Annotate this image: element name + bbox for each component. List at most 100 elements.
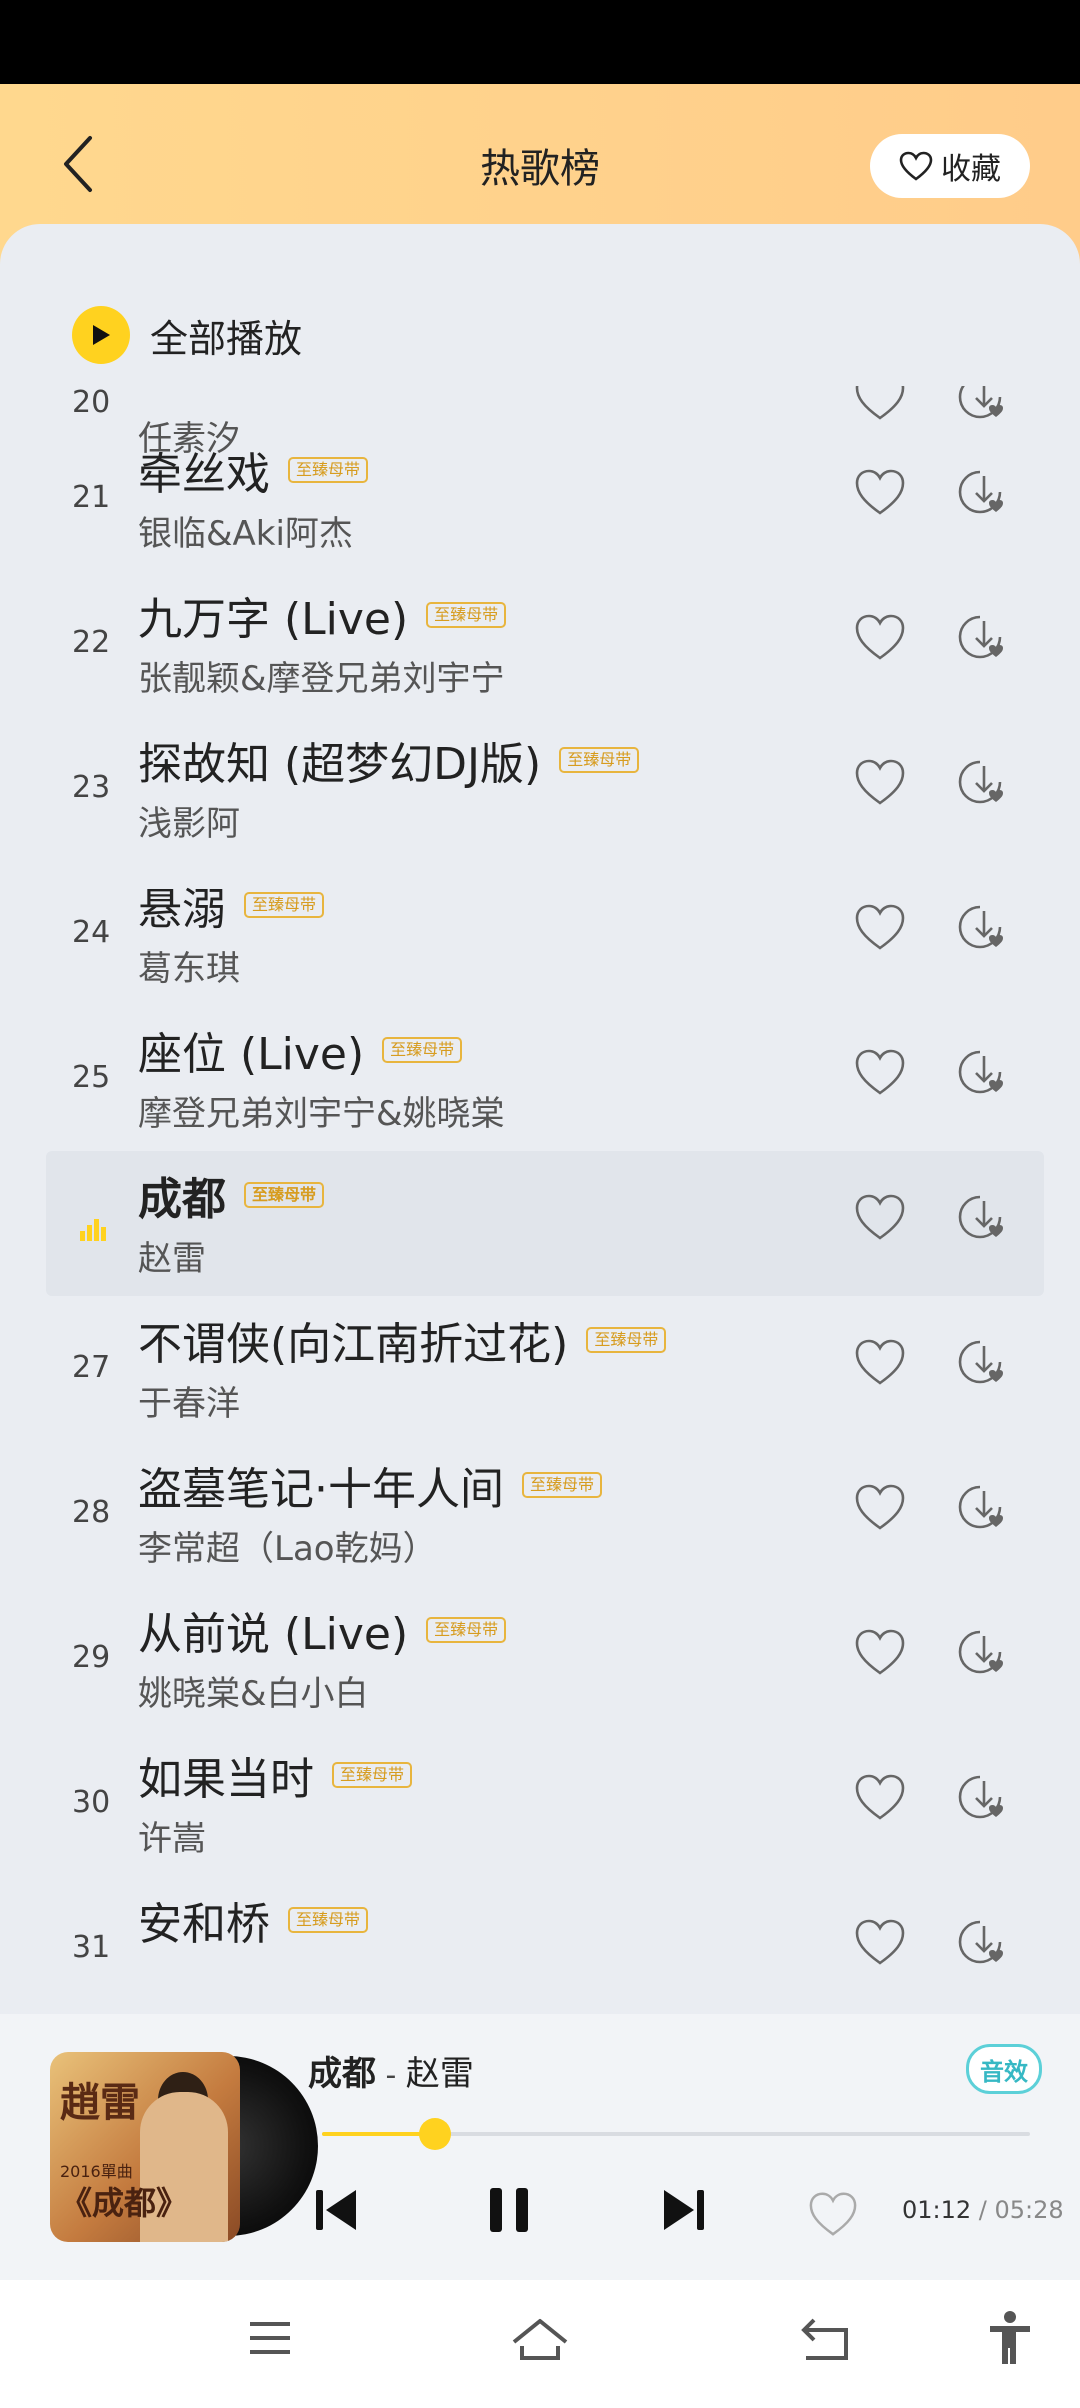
song-artist: 许嵩 <box>138 1819 206 1859</box>
progress-knob[interactable] <box>419 2118 452 2150</box>
player-title: 成都 - 赵雷 <box>308 2046 474 2095</box>
previous-icon[interactable] <box>314 2182 358 2238</box>
heart-icon <box>899 151 933 181</box>
download-icon[interactable] <box>958 1481 1010 1533</box>
download-icon[interactable] <box>958 611 1010 663</box>
song-row[interactable]: 27 不谓侠(向江南折过花) 至臻母带 于春洋 <box>0 1296 1080 1441</box>
song-row[interactable]: 28 盗墓笔记·十年人间 至臻母带 李常超（Lao乾妈） <box>0 1441 1080 1586</box>
back-nav-icon[interactable] <box>800 2316 852 2362</box>
quality-badge: 至臻母带 <box>288 1907 369 1933</box>
like-icon[interactable] <box>854 1918 906 1966</box>
download-icon[interactable] <box>958 756 1010 808</box>
player-artist: 赵雷 <box>405 2054 474 2094</box>
song-row[interactable]: 31 安和桥 至臻母带 <box>0 1876 1080 2006</box>
song-title: 座位 (Live) <box>138 1029 365 1080</box>
like-icon[interactable] <box>854 1338 906 1386</box>
like-icon[interactable] <box>854 758 906 806</box>
song-list[interactable]: 20 任素汐 21 牵丝戏 至臻母带 银临&Aki阿杰 22 九万字 (Live)… <box>0 386 1080 2006</box>
album-art-line3: 《成都》 <box>60 2184 189 2222</box>
system-nav-bar <box>0 2280 1080 2408</box>
like-icon[interactable] <box>808 2186 858 2242</box>
song-rank: 30 <box>72 1785 111 1820</box>
download-icon[interactable] <box>958 1916 1010 1968</box>
song-row[interactable]: 25 座位 (Live) 至臻母带 摩登兄弟刘宇宁&姚晓棠 <box>0 1006 1080 1151</box>
download-icon[interactable] <box>958 1771 1010 1823</box>
download-icon[interactable] <box>958 466 1010 518</box>
quality-badge: 至臻母带 <box>426 1617 507 1643</box>
quality-badge: 至臻母带 <box>288 457 369 483</box>
song-title-line: 如果当时 至臻母带 <box>138 1743 413 1807</box>
play-all-label: 全部播放 <box>150 316 303 361</box>
like-icon[interactable] <box>854 903 906 951</box>
like-icon[interactable] <box>854 613 906 661</box>
song-row[interactable]: 21 牵丝戏 至臻母带 银临&Aki阿杰 <box>0 426 1080 571</box>
song-artist: 赵雷 <box>138 1239 206 1279</box>
download-icon[interactable] <box>958 1336 1010 1388</box>
song-title-line: 探故知 (超梦幻DJ版) 至臻母带 <box>138 728 640 792</box>
song-title: 不谓侠(向江南折过花) <box>138 1319 569 1370</box>
like-icon[interactable] <box>854 1483 906 1531</box>
song-artist: 姚晓棠&白小白 <box>138 1674 369 1714</box>
song-rank: 27 <box>72 1350 111 1385</box>
song-rank: 29 <box>72 1640 111 1675</box>
sound-effect-button[interactable]: 音效 <box>966 2044 1042 2094</box>
accessibility-icon[interactable] <box>986 2310 1034 2366</box>
song-title-line: 九万字 (Live) 至臻母带 <box>138 583 507 647</box>
quality-badge: 至臻母带 <box>244 1182 325 1208</box>
mini-player[interactable]: 趙雷 2016單曲 《成都》 成都 - 赵雷 音效 01:12 / 05:28 <box>0 2014 1080 2280</box>
next-icon[interactable] <box>662 2182 706 2238</box>
download-icon[interactable] <box>958 901 1010 953</box>
song-title: 从前说 (Live) <box>138 1609 409 1660</box>
song-title-line: 成都 至臻母带 <box>138 1163 325 1227</box>
song-title: 安和桥 <box>138 1899 270 1950</box>
album-cover[interactable]: 趙雷 2016單曲 《成都》 <box>50 2052 318 2246</box>
song-row-playing[interactable]: 成都 至臻母带 赵雷 <box>46 1151 1044 1296</box>
song-title: 牵丝戏 <box>138 449 270 500</box>
song-row[interactable]: 29 从前说 (Live) 至臻母带 姚晓棠&白小白 <box>0 1586 1080 1731</box>
song-title: 成都 <box>138 1174 226 1225</box>
quality-badge: 至臻母带 <box>244 892 325 918</box>
like-icon[interactable] <box>854 468 906 516</box>
quality-badge: 至臻母带 <box>586 1327 667 1353</box>
album-art-line1: 趙雷 <box>60 2079 140 2126</box>
like-icon[interactable] <box>854 1048 906 1096</box>
song-row[interactable]: 24 悬溺 至臻母带 葛东琪 <box>0 861 1080 1006</box>
quality-badge: 至臻母带 <box>332 1762 413 1788</box>
song-rank: 23 <box>72 770 111 805</box>
song-artist: 李常超（Lao乾妈） <box>138 1529 437 1569</box>
song-row[interactable]: 23 探故知 (超梦幻DJ版) 至臻母带 浅影阿 <box>0 716 1080 861</box>
progress-fill <box>322 2132 436 2136</box>
now-playing-icon <box>80 1219 106 1241</box>
song-title-line: 不谓侠(向江南折过花) 至臻母带 <box>138 1308 667 1372</box>
album-art: 趙雷 2016單曲 《成都》 <box>50 2052 240 2242</box>
song-title-line: 座位 (Live) 至臻母带 <box>138 1018 463 1082</box>
menu-icon[interactable] <box>246 2316 294 2360</box>
collect-button[interactable]: 收藏 <box>870 134 1030 198</box>
song-rank: 31 <box>72 1930 111 1965</box>
song-rank: 24 <box>72 915 111 950</box>
pause-icon[interactable] <box>486 2182 534 2238</box>
download-icon[interactable] <box>958 386 1010 423</box>
download-icon[interactable] <box>958 1626 1010 1678</box>
song-title-line: 从前说 (Live) 至臻母带 <box>138 1598 507 1662</box>
song-row[interactable]: 30 如果当时 至臻母带 许嵩 <box>0 1731 1080 1876</box>
play-all-button[interactable]: 全部播放 <box>72 306 302 364</box>
like-icon[interactable] <box>854 1628 906 1676</box>
like-icon[interactable] <box>854 1773 906 1821</box>
play-all-icon <box>72 306 130 364</box>
song-title-line: 安和桥 至臻母带 <box>138 1888 369 1952</box>
song-row[interactable]: 22 九万字 (Live) 至臻母带 张靓颖&摩登兄弟刘宇宁 <box>0 571 1080 716</box>
song-artist: 葛东琪 <box>138 949 240 989</box>
progress-bar[interactable] <box>322 2118 1030 2150</box>
song-rank: 20 <box>72 386 111 420</box>
home-icon[interactable] <box>510 2316 570 2362</box>
like-icon[interactable] <box>854 386 906 421</box>
like-icon[interactable] <box>854 1193 906 1241</box>
song-title-line: 牵丝戏 至臻母带 <box>138 438 369 502</box>
song-rank: 21 <box>72 480 111 515</box>
download-icon[interactable] <box>958 1191 1010 1243</box>
song-artist: 于春洋 <box>138 1384 240 1424</box>
song-artist: 张靓颖&摩登兄弟刘宇宁 <box>138 659 505 699</box>
quality-badge: 至臻母带 <box>522 1472 603 1498</box>
download-icon[interactable] <box>958 1046 1010 1098</box>
